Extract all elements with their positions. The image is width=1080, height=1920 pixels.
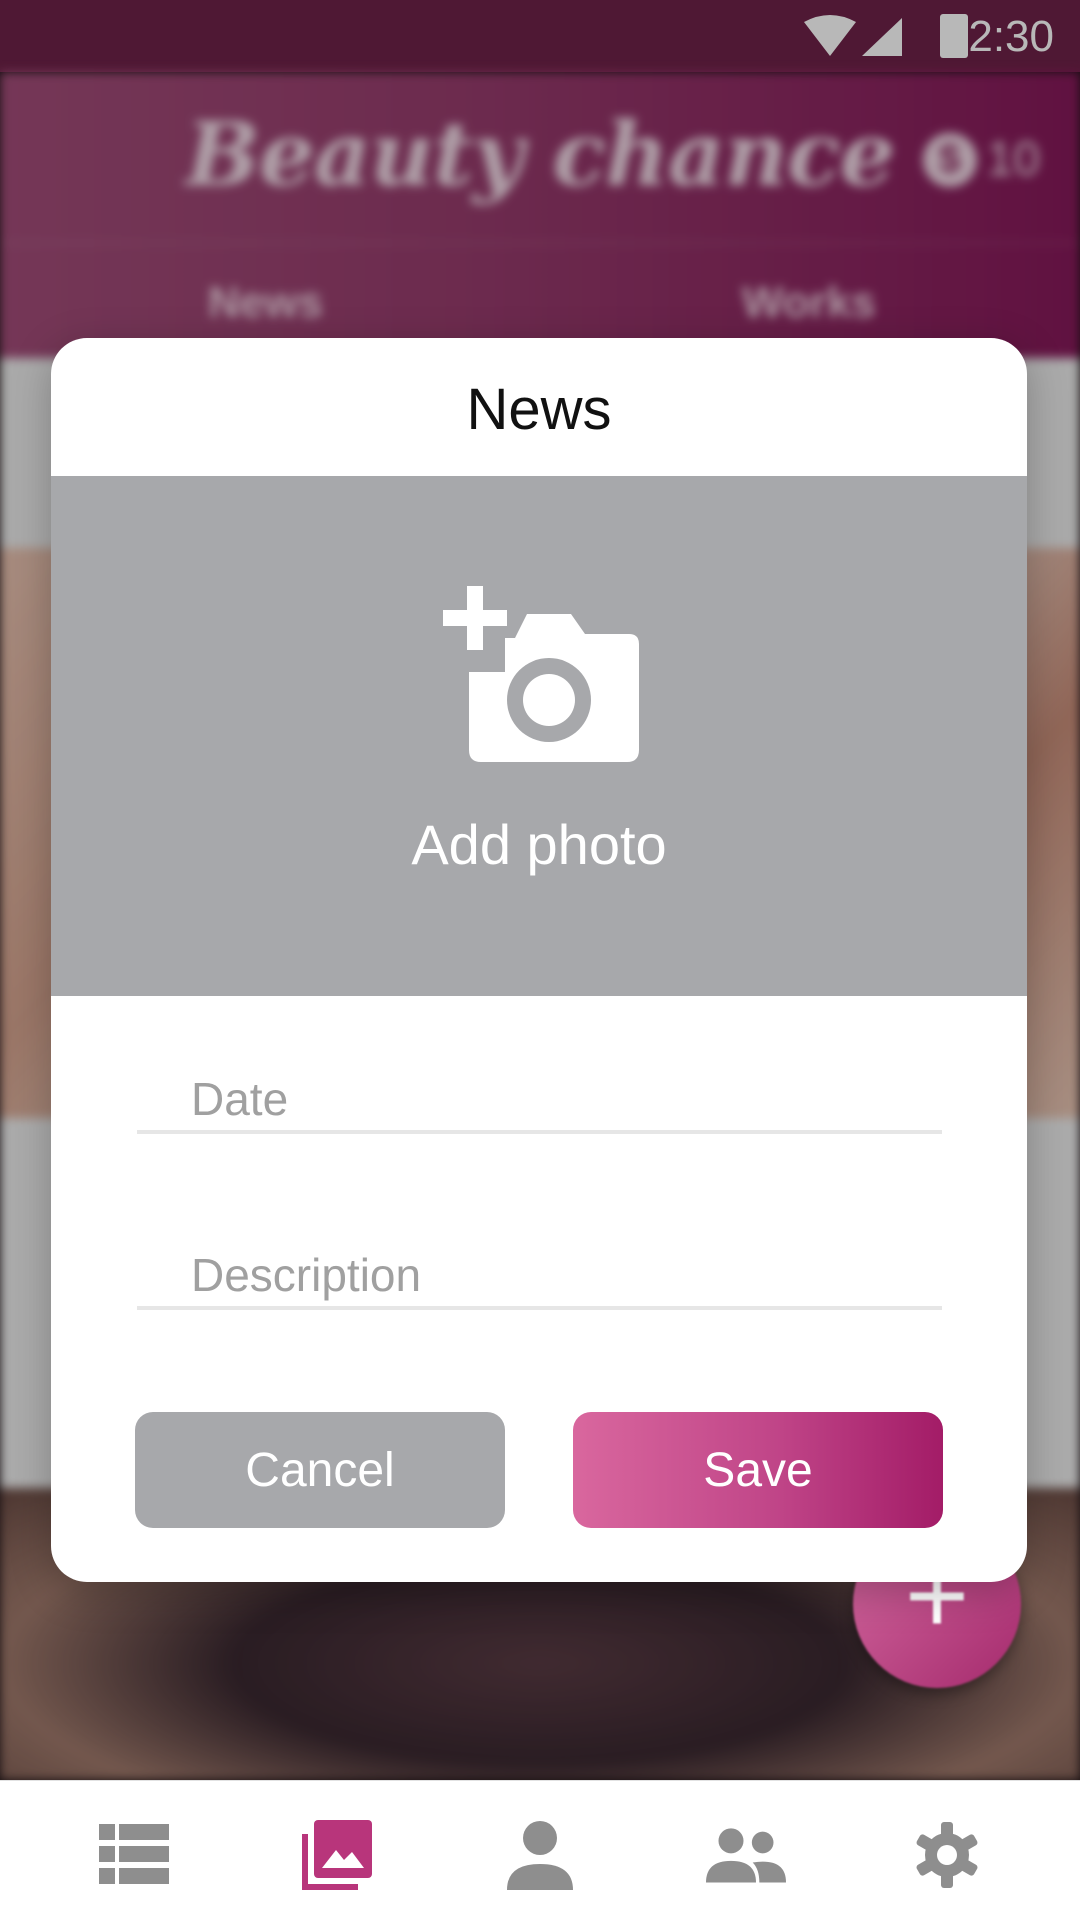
nav-settings-button[interactable] (907, 1815, 987, 1895)
nav-profile-button[interactable] (500, 1815, 580, 1895)
cancel-button[interactable]: Cancel (135, 1412, 505, 1528)
description-input[interactable] (137, 1248, 942, 1302)
date-input[interactable] (137, 1072, 942, 1126)
photo-library-icon (302, 1820, 372, 1890)
nav-gallery-button[interactable] (297, 1815, 377, 1895)
dialog-title: News (466, 377, 612, 442)
add-photo-area[interactable]: Add photo (51, 476, 1027, 996)
news-dialog: News Add photo Cancel Save (51, 338, 1027, 1582)
add-photo-camera-icon (443, 586, 639, 762)
list-icon (99, 1824, 169, 1884)
nav-list-button[interactable] (94, 1815, 174, 1895)
people-icon (706, 1828, 786, 1883)
bottom-navigation (0, 1780, 1080, 1920)
date-field-container (137, 1038, 942, 1134)
person-icon (507, 1821, 573, 1890)
add-photo-label: Add photo (411, 813, 667, 876)
settings-icon (916, 1822, 978, 1888)
nav-people-button[interactable] (706, 1815, 786, 1895)
description-field-container (137, 1214, 942, 1310)
save-button[interactable]: Save (573, 1412, 943, 1528)
